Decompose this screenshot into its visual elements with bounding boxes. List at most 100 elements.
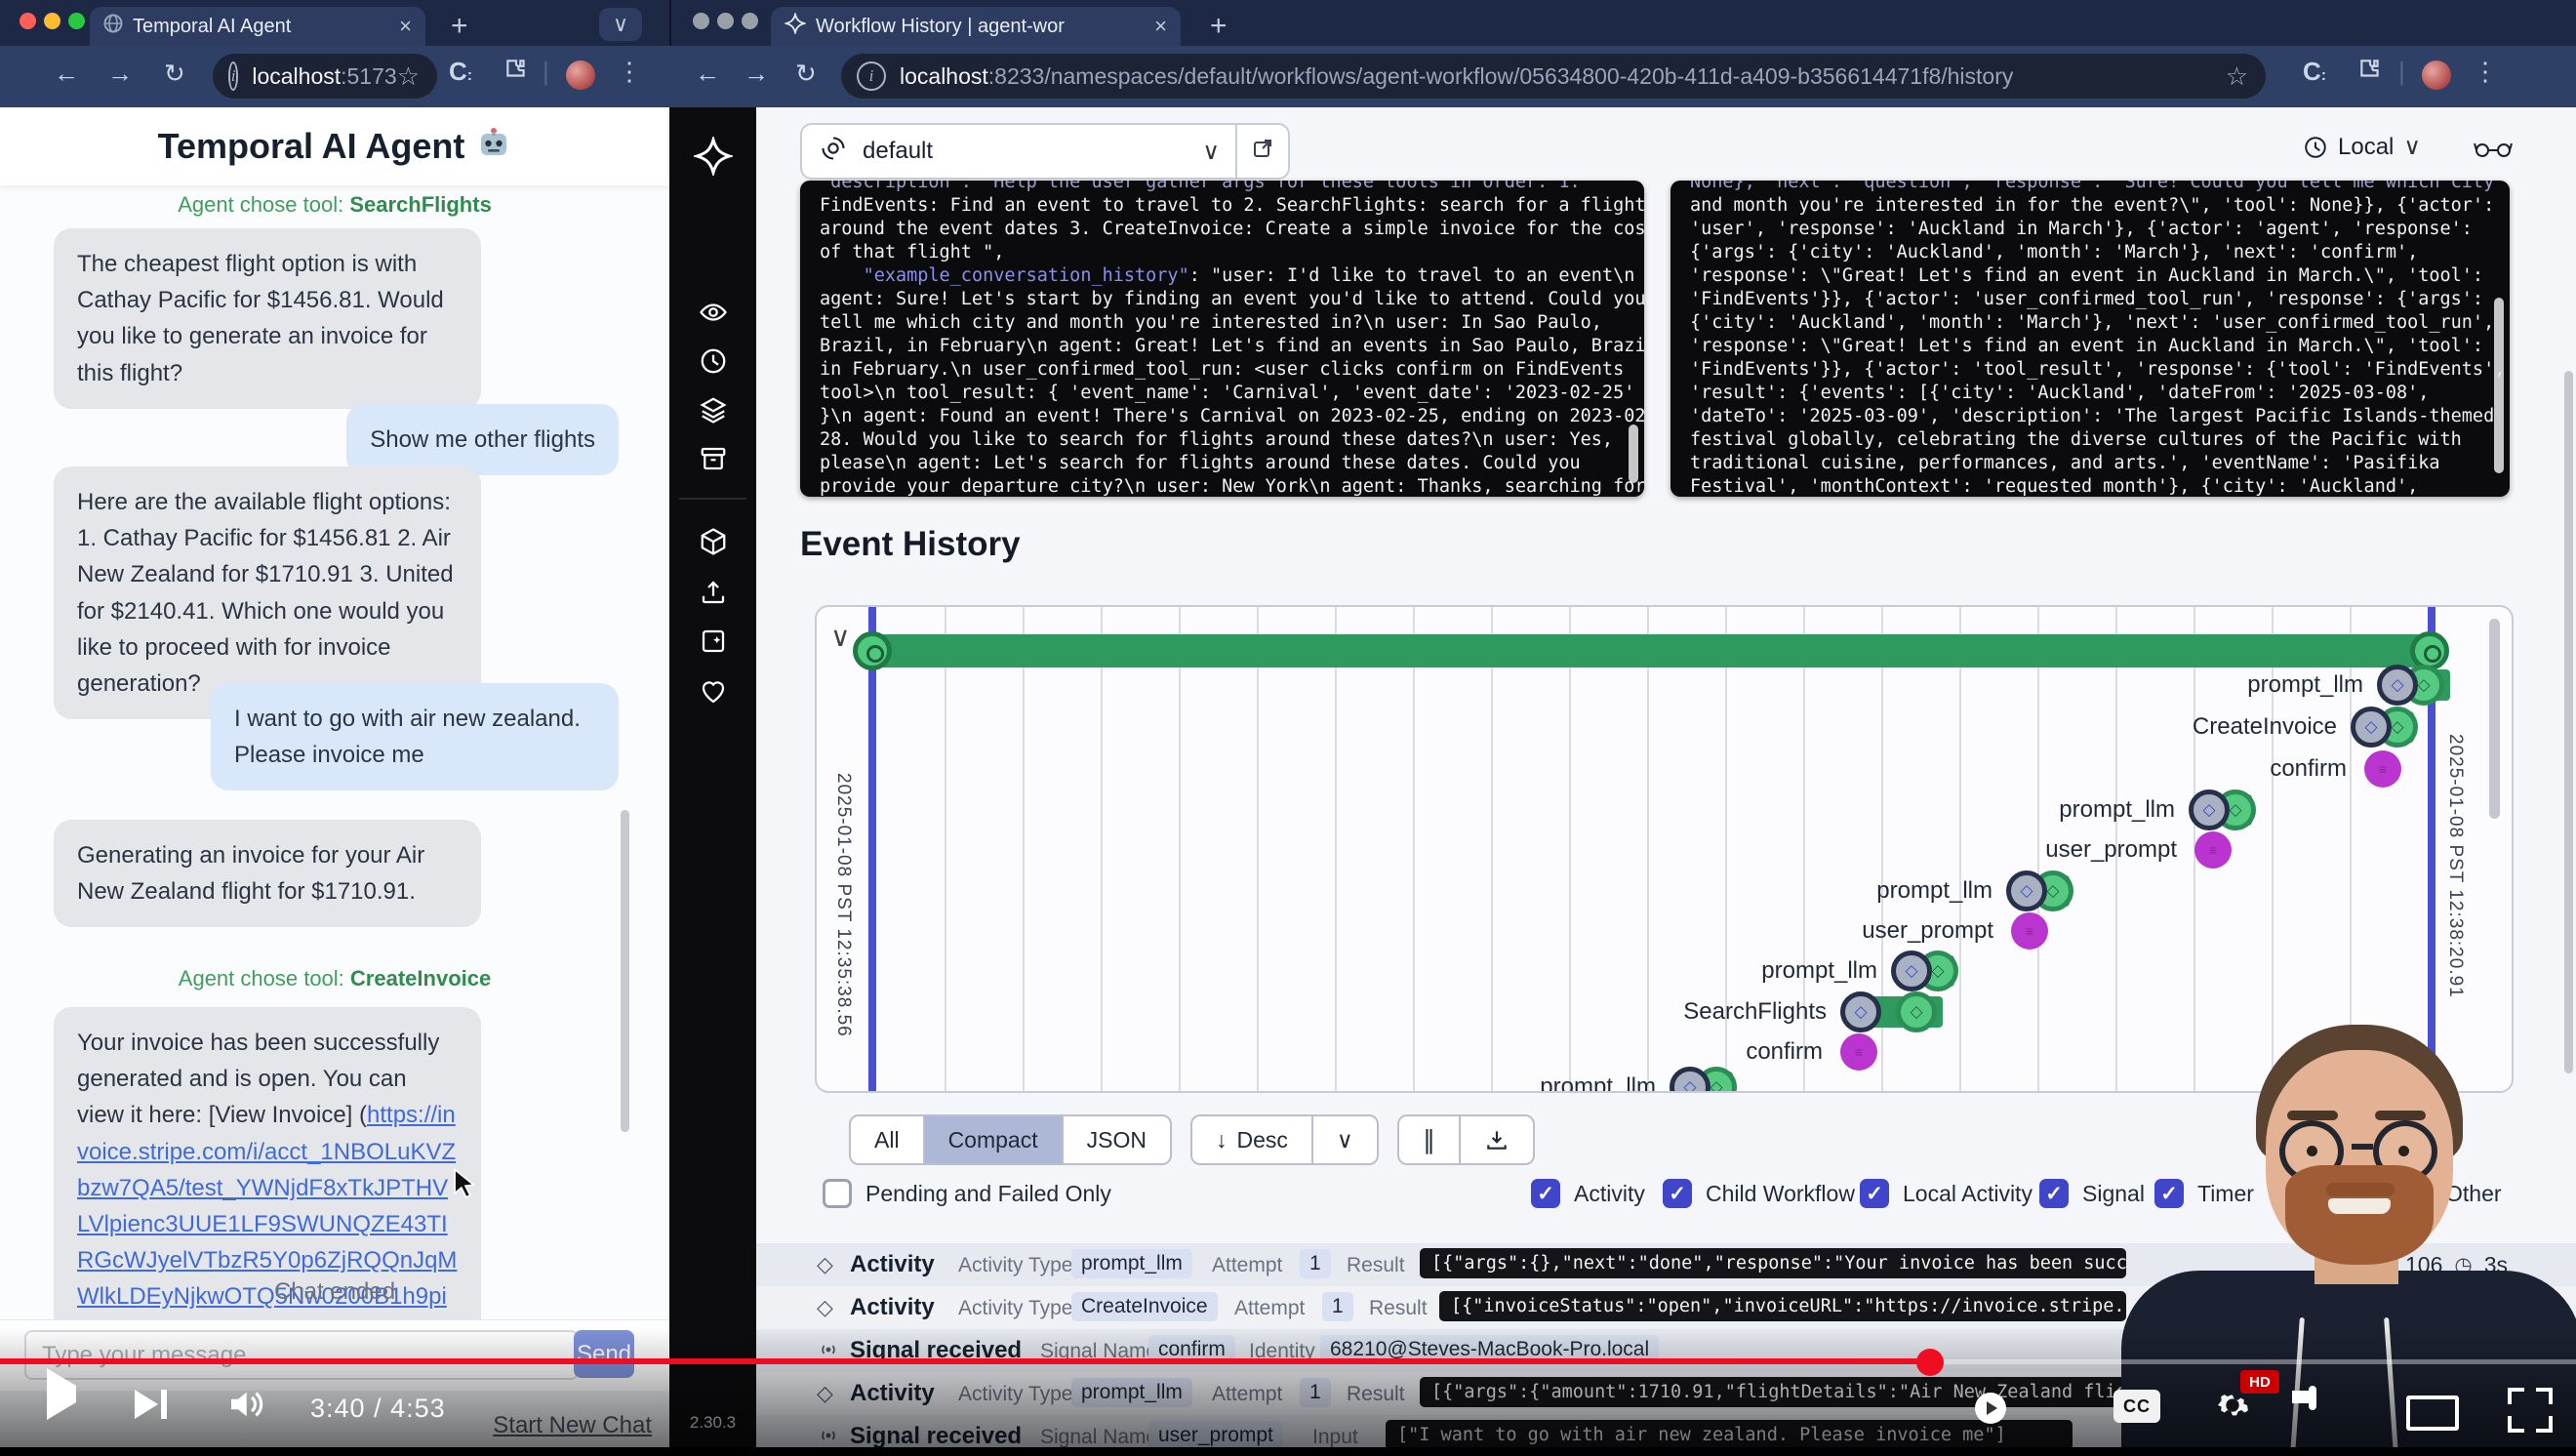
tab-search-button[interactable]: ∨ [599, 8, 642, 41]
view-compact-button[interactable]: Compact [925, 1116, 1064, 1163]
code-panel-right[interactable]: None}, 'next': 'question', 'response': "… [1670, 181, 2510, 497]
invoice-link[interactable]: https://invoice.stripe.com/i/acct_1NBOLu… [77, 1102, 457, 1346]
theater-mode-button[interactable] [2406, 1395, 2459, 1431]
back-icon[interactable]: ← [695, 59, 720, 89]
feedback-heart-icon[interactable] [699, 677, 728, 711]
signal-marker[interactable]: ≡ [2011, 912, 2048, 950]
filter-child-workflow[interactable]: ✓ Child Workflow [1663, 1179, 1855, 1208]
profile-avatar[interactable] [2422, 61, 2451, 90]
minimize-window-icon[interactable] [717, 13, 734, 29]
view-all-button[interactable]: All [851, 1116, 925, 1163]
new-tab-button[interactable]: + [451, 10, 468, 43]
browser-menu-icon[interactable]: ⋮ [617, 57, 642, 87]
timezone-selector[interactable]: Local ∨ [2303, 133, 2421, 161]
activity-scheduled-marker[interactable]: ◇ [2377, 665, 2418, 706]
bookmark-star-icon[interactable]: ☆ [397, 61, 420, 92]
timeline-label[interactable]: confirm [817, 1038, 1823, 1066]
play-button[interactable] [47, 1386, 76, 1403]
workflow-start-marker[interactable] [853, 631, 892, 670]
minimize-window-icon[interactable] [44, 13, 60, 29]
puzzle-extensions-icon[interactable] [2357, 57, 2383, 89]
checkbox-checked[interactable]: ✓ [1663, 1179, 1692, 1208]
close-window-icon[interactable] [20, 13, 36, 29]
timeline-label[interactable]: prompt_llm [817, 671, 2363, 699]
miniplayer-button[interactable] [2309, 1390, 2316, 1407]
site-info-icon[interactable]: i [857, 61, 886, 91]
page-scrollbar[interactable] [2564, 371, 2573, 1073]
browser-menu-icon[interactable]: ⋮ [2473, 57, 2498, 87]
new-tab-button[interactable]: + [1210, 10, 1228, 43]
fullscreen-button[interactable] [2508, 1388, 2553, 1433]
forward-icon[interactable]: → [744, 59, 769, 89]
activity-scheduled-marker[interactable]: ◇ [1891, 950, 1932, 991]
checkbox-checked[interactable]: ✓ [2039, 1179, 2069, 1208]
right-address-bar[interactable]: i localhost:8233/namespaces/default/work… [841, 54, 2266, 99]
import-upload-icon[interactable] [699, 578, 728, 612]
sort-desc-button[interactable]: ↓Desc [1192, 1116, 1313, 1163]
profile-avatar[interactable] [566, 61, 595, 90]
timeline-label[interactable]: prompt_llm [817, 877, 1992, 905]
signal-marker[interactable]: ≡ [2194, 831, 2232, 869]
signal-marker[interactable]: ≡ [2364, 750, 2401, 788]
temporal-logo-icon[interactable] [694, 137, 733, 181]
right-traffic-lights[interactable] [683, 0, 771, 46]
zoom-window-icon[interactable] [742, 13, 758, 29]
site-info-icon[interactable]: i [228, 61, 238, 91]
tab-workflow-history[interactable]: Workflow History | agent-wor × [771, 7, 1181, 46]
view-json-button[interactable]: JSON [1064, 1116, 1170, 1163]
next-button[interactable] [135, 1390, 167, 1419]
codec-cube-icon[interactable] [699, 527, 728, 561]
checkbox-checked[interactable]: ✓ [1860, 1179, 1889, 1208]
code-panel-left[interactable]: "description": "Help the user gather arg… [800, 181, 1644, 497]
filter-activity[interactable]: ✓ Activity [1531, 1179, 1645, 1208]
captions-button[interactable]: CC [2113, 1390, 2160, 1423]
reload-icon[interactable]: ↻ [164, 59, 185, 89]
activity-scheduled-marker[interactable]: ◇ [2006, 870, 2047, 911]
namespace-selector[interactable]: default ∨ [800, 123, 1290, 180]
activity-scheduled-marker[interactable]: ◇ [1840, 991, 1881, 1032]
volume-icon[interactable] [224, 1384, 265, 1430]
pending-failed-filter[interactable]: Pending and Failed Only [823, 1179, 1111, 1208]
timeline-label[interactable]: CreateInvoice [817, 713, 2337, 741]
extension-c-icon[interactable]: C: [449, 57, 472, 87]
timeline-label[interactable]: confirm [817, 755, 2347, 783]
code-scrollbar[interactable] [1629, 425, 1638, 483]
collapse-chevron-icon[interactable]: ∨ [830, 621, 851, 653]
layers-icon[interactable] [699, 395, 728, 429]
filter-local-activity[interactable]: ✓ Local Activity [1860, 1179, 2033, 1208]
activity-completed-marker[interactable]: ◇ [1896, 991, 1937, 1032]
activity-scheduled-marker[interactable]: ◇ [2189, 789, 2230, 830]
progress-bar-remaining[interactable] [1931, 1359, 2576, 1364]
schedules-clock-icon[interactable] [699, 346, 728, 381]
close-tab-icon[interactable]: × [399, 14, 412, 39]
timeline-scrollbar[interactable] [2489, 619, 2500, 819]
reload-icon[interactable]: ↻ [795, 59, 817, 89]
extension-c-icon[interactable]: C: [2303, 57, 2326, 87]
workflows-eye-icon[interactable] [699, 298, 728, 332]
progress-bar-played[interactable] [0, 1358, 1931, 1364]
timeline-label[interactable]: prompt_llm [817, 957, 1877, 985]
chat-scrollbar[interactable] [621, 810, 629, 1132]
code-scrollbar[interactable] [2494, 298, 2504, 473]
puzzle-extensions-icon[interactable] [503, 57, 529, 89]
pause-button[interactable]: ∥ [1399, 1116, 1461, 1163]
signal-marker[interactable]: ≡ [1840, 1033, 1877, 1071]
left-address-bar[interactable]: i localhost:5173 ☆ [213, 54, 437, 99]
docs-labs-icon[interactable] [699, 627, 728, 661]
timeline-label[interactable]: user_prompt [817, 917, 1993, 945]
timeline-label[interactable]: user_prompt [817, 836, 2177, 864]
checkbox-unchecked[interactable] [823, 1179, 852, 1208]
timeline-label[interactable]: prompt_llm [817, 796, 2175, 824]
bookmark-star-icon[interactable]: ☆ [2226, 61, 2248, 92]
sort-chevron-button[interactable]: ∨ [1313, 1116, 1377, 1163]
archive-box-icon[interactable] [699, 444, 728, 478]
timeline-label[interactable]: SearchFlights [817, 998, 1827, 1026]
timeline-label[interactable]: prompt_llm [817, 1073, 1656, 1093]
back-icon[interactable]: ← [54, 59, 79, 89]
activity-scheduled-marker[interactable]: ◇ [2351, 707, 2392, 748]
reader-glasses-icon[interactable] [2474, 133, 2513, 167]
tab-temporal-ai-agent[interactable]: Temporal AI Agent × [90, 7, 425, 46]
workflow-execution-bar[interactable] [872, 634, 2432, 667]
event-history-timeline[interactable]: ∨ prompt_llm ◇ ◇ CreateInvoice ◇ ◇ confi… [815, 605, 2514, 1093]
download-button[interactable] [1461, 1116, 1533, 1163]
